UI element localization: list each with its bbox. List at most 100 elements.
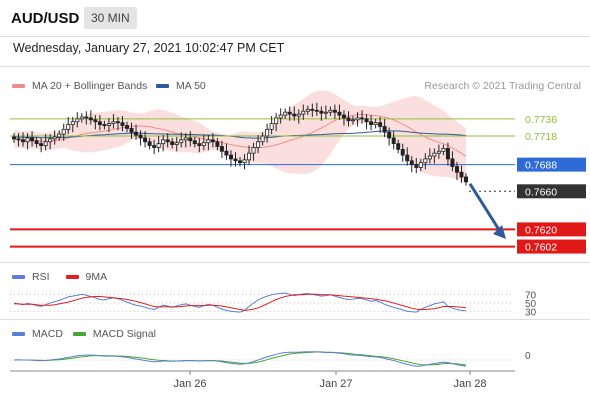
candle-body <box>97 121 102 125</box>
candle-body <box>369 121 374 125</box>
candle-body <box>156 143 161 148</box>
candle-body <box>445 148 450 160</box>
candle-body <box>278 114 283 119</box>
candle-body <box>310 108 315 111</box>
candle-body <box>165 139 170 143</box>
candle-body <box>305 108 310 112</box>
candle-body <box>373 122 378 125</box>
macd-line <box>13 351 467 367</box>
candle-body <box>242 159 247 164</box>
candle-body <box>274 117 279 125</box>
candle-body <box>134 131 139 136</box>
candle-body <box>319 110 324 114</box>
candle-body <box>219 146 224 152</box>
candle-body <box>30 137 35 142</box>
candle-body <box>115 121 120 124</box>
candle-body <box>39 143 44 146</box>
candle-body <box>387 131 392 139</box>
candle-body <box>188 137 193 142</box>
candle-body <box>382 126 387 133</box>
candle-body <box>450 158 455 167</box>
candle-body <box>111 121 116 125</box>
level-label-0.7736: 0.7736 <box>525 114 557 126</box>
candle-body <box>296 113 301 117</box>
candle-body <box>400 148 405 156</box>
level-label-0.7688: 0.7688 <box>525 160 557 172</box>
candle-body <box>459 171 464 178</box>
candle-body <box>323 111 328 114</box>
candle-body <box>75 118 80 123</box>
current-price-label: 0.7660 <box>525 186 557 198</box>
level-label-0.7620: 0.7620 <box>525 224 557 236</box>
candle-body <box>192 140 197 145</box>
candle-body <box>206 139 211 144</box>
candle-body <box>224 150 229 156</box>
candle-body <box>228 154 233 160</box>
candle-body <box>84 116 89 119</box>
candle-body <box>233 158 238 162</box>
candle-body <box>432 152 437 157</box>
candle-body <box>183 137 188 141</box>
candle-body <box>61 128 66 135</box>
candle-body <box>360 117 365 120</box>
candle-body <box>378 122 383 127</box>
candle-body <box>21 139 26 143</box>
candle-body <box>70 121 75 125</box>
candle-body <box>283 111 288 116</box>
candle-body <box>418 162 423 168</box>
candle-body <box>152 145 157 148</box>
candle-body <box>355 117 360 121</box>
candle-body <box>129 127 134 133</box>
candle-body <box>52 136 57 140</box>
candle-body <box>161 139 166 145</box>
candle-body <box>179 139 184 144</box>
candle-body <box>88 117 93 121</box>
candle-body <box>346 117 351 122</box>
candle-body <box>292 113 297 117</box>
candle-body <box>147 141 152 146</box>
candle-body <box>332 109 337 113</box>
time-axis-label: Jan 26 <box>173 378 206 390</box>
candle-body <box>25 137 30 143</box>
candle-body <box>102 124 107 126</box>
candle-body <box>396 143 401 150</box>
macd-signal-line <box>14 351 467 366</box>
candle-body <box>350 119 355 122</box>
candle-body <box>93 119 98 123</box>
candle-body <box>143 137 148 143</box>
candle-body <box>314 109 319 112</box>
candle-body <box>106 123 111 126</box>
macd-tick-0: 0 <box>525 351 531 362</box>
candle-body <box>48 138 53 143</box>
candle-body <box>125 125 130 129</box>
candle-body <box>174 142 179 146</box>
candle-body <box>287 111 292 115</box>
candle-body <box>210 139 215 143</box>
candle-body <box>301 110 306 115</box>
candle-body <box>251 147 256 154</box>
candle-body <box>256 141 261 148</box>
candle-body <box>197 143 202 146</box>
candle-body <box>265 128 270 137</box>
candle-body <box>11 136 16 140</box>
candle-body <box>247 152 252 161</box>
candle-body <box>454 166 459 173</box>
candle-body <box>34 140 39 145</box>
candle-body <box>427 155 432 160</box>
candle-body <box>337 111 342 116</box>
forecast-arrow-head <box>493 224 506 239</box>
time-axis-label: Jan 28 <box>453 378 486 390</box>
candle-body <box>364 118 369 123</box>
candle-body <box>237 160 242 164</box>
candle-body <box>414 164 419 168</box>
candle-body <box>269 123 274 130</box>
candle-body <box>409 160 414 166</box>
candle-body <box>138 134 143 139</box>
candle-body <box>43 141 48 146</box>
candle-body <box>201 142 206 146</box>
rsi-tick-30: 30 <box>525 308 537 319</box>
candle-body <box>463 176 468 183</box>
candle-body <box>341 114 346 119</box>
candle-body <box>328 109 333 113</box>
candle-body <box>16 138 21 141</box>
